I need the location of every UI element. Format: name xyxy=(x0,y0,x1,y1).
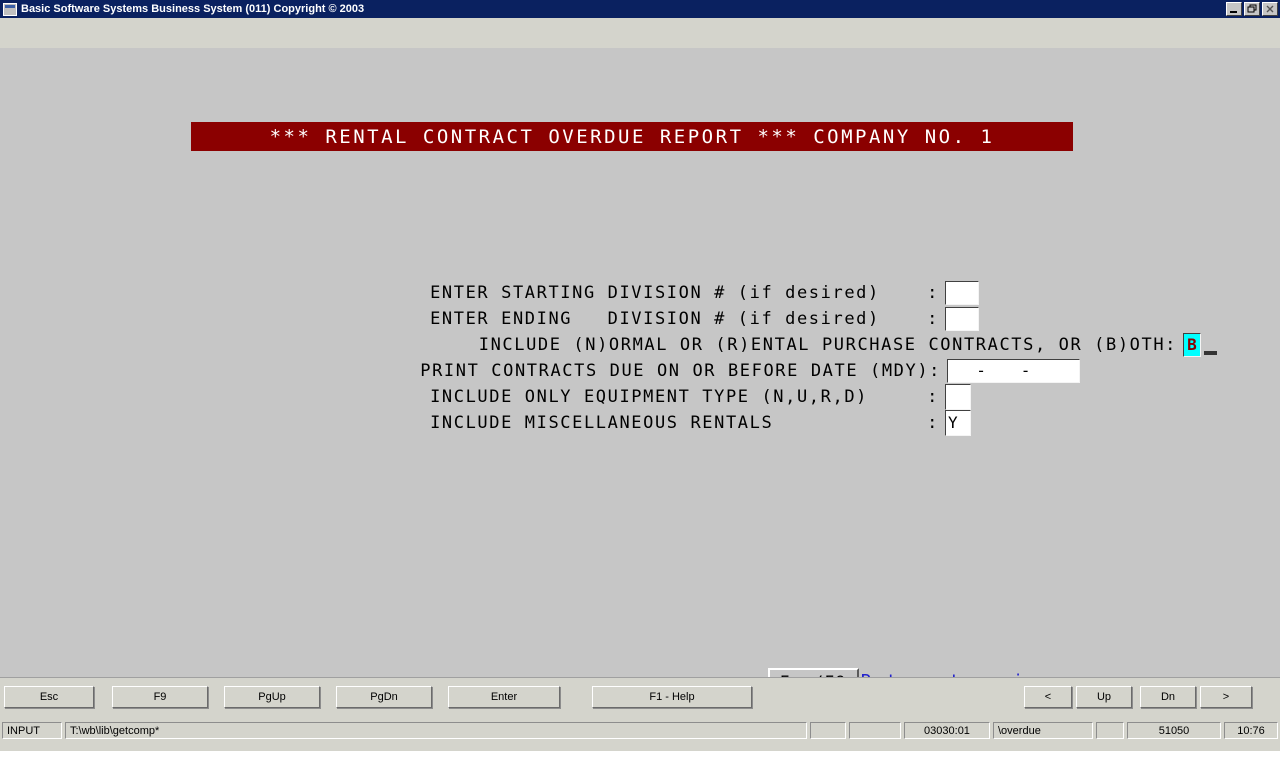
status-blank-3 xyxy=(1096,722,1124,739)
bottom-padding xyxy=(0,741,1280,751)
starting-division-input[interactable] xyxy=(945,281,979,305)
terminal-screen: *** RENTAL CONTRACT OVERDUE REPORT *** C… xyxy=(0,48,1280,715)
toolbar-button-[interactable]: < xyxy=(1024,686,1072,708)
toolbar-button-[interactable]: > xyxy=(1200,686,1252,708)
misc-rentals-input[interactable]: Y xyxy=(945,410,971,436)
due-date-label: PRINT CONTRACTS DUE ON OR BEFORE DATE (M… xyxy=(420,361,941,381)
misc-rentals-label: INCLUDE MISCELLANEOUS RENTALS : xyxy=(430,413,939,433)
toolbar-button-esc[interactable]: Esc xyxy=(4,686,94,708)
equipment-type-input[interactable] xyxy=(945,384,971,410)
status-mode: INPUT xyxy=(2,722,62,739)
field-row-ending-division: ENTER ENDING DIVISION # (if desired) : xyxy=(0,306,1280,332)
ending-division-input[interactable] xyxy=(945,307,979,331)
status-program: \overdue xyxy=(993,722,1093,739)
equipment-type-label: INCLUDE ONLY EQUIPMENT TYPE (N,U,R,D) : xyxy=(430,387,939,407)
status-blank-2 xyxy=(849,722,901,739)
ending-division-label: ENTER ENDING DIVISION # (if desired) : xyxy=(430,309,939,329)
contract-type-label: INCLUDE (N)ORMAL OR (R)ENTAL PURCHASE CO… xyxy=(478,335,1177,355)
toolbar-button-f1-help[interactable]: F1 - Help xyxy=(592,686,752,708)
field-row-equipment-type: INCLUDE ONLY EQUIPMENT TYPE (N,U,R,D) : xyxy=(0,384,1280,410)
status-code: 51050 xyxy=(1127,722,1221,739)
upper-blank-strip xyxy=(0,18,1280,48)
field-row-due-date: PRINT CONTRACTS DUE ON OR BEFORE DATE (M… xyxy=(0,358,1280,384)
status-path: T:\wb\lib\getcomp* xyxy=(65,722,807,739)
field-row-contract-type: INCLUDE (N)ORMAL OR (R)ENTAL PURCHASE CO… xyxy=(0,332,1280,358)
window-titlebar: Basic Software Systems Business System (… xyxy=(0,0,1280,18)
function-key-toolbar: Esc F9 PgUp PgDn Enter F1 - Help < Up Dn > xyxy=(0,677,1280,721)
toolbar-button-enter[interactable]: Enter xyxy=(448,686,560,708)
starting-division-label: ENTER STARTING DIVISION # (if desired) : xyxy=(430,283,939,303)
status-bar: INPUT T:\wb\lib\getcomp* 03030:01 \overd… xyxy=(0,721,1280,741)
contract-type-input[interactable]: B xyxy=(1183,333,1201,357)
window-title: Basic Software Systems Business System (… xyxy=(21,3,365,15)
app-window-icon xyxy=(3,2,17,16)
restore-icon[interactable] xyxy=(1244,2,1260,16)
status-time: 10:76 xyxy=(1224,722,1278,739)
toolbar-button-up[interactable]: Up xyxy=(1076,686,1132,708)
field-row-misc-rentals: INCLUDE MISCELLANEOUS RENTALS : Y xyxy=(0,410,1280,436)
minimize-icon[interactable] xyxy=(1226,2,1242,16)
field-row-starting-division: ENTER STARTING DIVISION # (if desired) : xyxy=(0,280,1280,306)
text-cursor xyxy=(1204,351,1217,355)
status-session: 03030:01 xyxy=(904,722,990,739)
toolbar-button-dn[interactable]: Dn xyxy=(1140,686,1196,708)
toolbar-button-pgup[interactable]: PgUp xyxy=(224,686,320,708)
close-icon[interactable] xyxy=(1262,2,1278,16)
due-date-input[interactable]: - - xyxy=(947,359,1080,383)
status-blank-1 xyxy=(810,722,846,739)
window-controls xyxy=(1226,2,1278,16)
toolbar-button-f9[interactable]: F9 xyxy=(112,686,208,708)
toolbar-button-pgdn[interactable]: PgDn xyxy=(336,686,432,708)
report-parameters-form: ENTER STARTING DIVISION # (if desired) :… xyxy=(0,280,1280,436)
screen-title-banner: *** RENTAL CONTRACT OVERDUE REPORT *** C… xyxy=(191,122,1073,151)
